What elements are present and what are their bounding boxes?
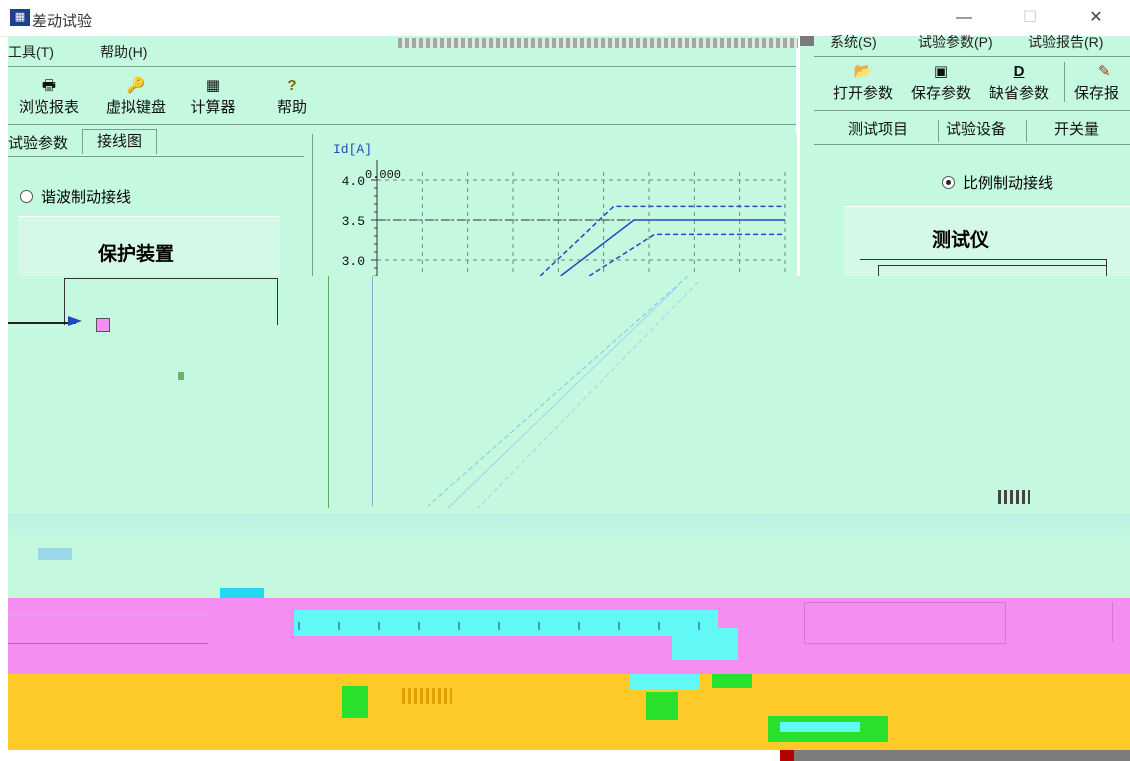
window-title: 差动试验 <box>32 13 93 30</box>
blur-band <box>8 514 1130 542</box>
artifact-frame <box>1112 602 1130 642</box>
toolbar-label: 帮助 <box>276 99 307 116</box>
toolbar-label: 虚拟键盘 <box>105 99 166 116</box>
save-disk-icon: ▣ <box>933 63 949 80</box>
toolbar-open-params[interactable]: 📂 打开参数 <box>828 62 898 103</box>
radio-label: 比例制动接线 <box>963 175 1054 192</box>
artifact-vline <box>372 276 373 506</box>
calculator-icon: ▦ <box>205 77 221 94</box>
chart-panel: Id[A] 0.000 4.0 3.5 3.0 <box>312 134 797 276</box>
tab-separator <box>938 120 939 142</box>
right-menubar: 系统(S) 试验参数(P) 试验报告(R) <box>830 32 1130 52</box>
tab-baseline <box>814 144 1130 145</box>
protection-device-box: 保护装置 <box>18 216 280 277</box>
menu-system[interactable]: 系统(S) <box>830 32 877 52</box>
menu-artifact <box>800 36 814 46</box>
radio-selected-icon <box>942 176 955 189</box>
tab-switch-io[interactable]: 开关量 <box>1054 118 1099 142</box>
artifact-frame <box>804 602 1006 644</box>
pixel-artifact <box>38 548 72 560</box>
wire-left <box>8 322 76 324</box>
series-line-3 <box>588 233 785 276</box>
green-artifact <box>342 686 368 718</box>
toolbar-label: 保存参数 <box>910 85 971 102</box>
pixel-artifact <box>998 490 1030 504</box>
tab-wiring-diagram[interactable]: 接线图 <box>82 129 158 154</box>
menu-divider <box>8 66 796 67</box>
menu-help[interactable]: 帮助(H) <box>100 42 147 62</box>
app-logo-icon: ▦ <box>10 9 30 26</box>
tab-test-items[interactable]: 测试项目 <box>848 118 908 142</box>
differential-chart: Id[A] 0.000 4.03.53.0 <box>333 142 786 276</box>
toolbar-separator <box>1064 62 1065 102</box>
chart-ghost-lines <box>427 276 699 509</box>
tab-test-params[interactable]: 试验参数 <box>8 132 68 156</box>
radio-circle-icon <box>20 190 33 203</box>
magenta-artifact-band <box>8 598 1130 674</box>
toolbar-save-report[interactable]: ✎ 保存报 <box>1074 62 1130 103</box>
pixel-artifact <box>402 688 452 704</box>
toolbar-label: 保存报 <box>1074 85 1120 102</box>
series-line-1 <box>560 219 785 276</box>
toolbar-label: 计算器 <box>190 99 236 116</box>
device-heading: 测试仪 <box>932 230 990 251</box>
toolbar-browse-report[interactable]: 🖶 浏览报表 <box>14 76 84 117</box>
menu-test-report[interactable]: 试验报告(R) <box>1028 32 1103 52</box>
pixel-artifact <box>220 588 264 598</box>
radio-label: 谐波制动接线 <box>41 189 132 206</box>
minimize-button[interactable]: — <box>942 6 986 30</box>
help-icon: ? <box>287 77 297 94</box>
series-line-2 <box>539 205 785 276</box>
close-button[interactable]: ✕ <box>1074 6 1118 30</box>
printer-icon: 🖶 <box>41 77 57 94</box>
status-bar <box>794 750 1130 761</box>
device-heading: 保护装置 <box>98 244 175 265</box>
toolbar-label: 浏览报表 <box>18 99 79 116</box>
green-artifact <box>712 674 752 688</box>
toolbar-divider <box>8 124 796 125</box>
corrupted-render-band <box>8 276 1130 598</box>
tick-artifact <box>298 622 708 630</box>
left-window: 工具(T) 帮助(H) 🖶 浏览报表 🔑 虚拟键盘 ▦ 计算器 ? 帮助 试验参… <box>8 36 798 277</box>
menu-test-params[interactable]: 试验参数(P) <box>918 32 993 52</box>
radio-ratio-wiring[interactable]: 比例制动接线 <box>942 172 1053 193</box>
tab-separator <box>1026 120 1027 142</box>
arrow-icon <box>68 316 82 326</box>
y-tick-label: 4.0 <box>342 174 365 189</box>
tab-test-equipment[interactable]: 试验设备 <box>946 118 1006 142</box>
toolbar-default-params[interactable]: D 缺省参数 <box>984 62 1054 103</box>
menu-artifact <box>398 38 798 48</box>
toolbar-calculator[interactable]: ▦ 计算器 <box>182 76 244 117</box>
cyan-artifact <box>630 674 700 690</box>
status-block <box>780 750 794 761</box>
toolbar-save-params[interactable]: ▣ 保存参数 <box>906 62 976 103</box>
cyan-artifact-block <box>672 628 738 660</box>
save-report-icon: ✎ <box>1098 63 1111 80</box>
pixel-artifact <box>178 372 184 380</box>
menu-divider <box>814 56 1130 57</box>
orange-artifact-band <box>8 674 1130 750</box>
artifact-vline <box>328 276 329 508</box>
toolbar-divider <box>814 110 1130 111</box>
toolbar-virtual-keyboard[interactable]: 🔑 虚拟键盘 <box>98 76 174 117</box>
maximize-button[interactable]: ☐ <box>1008 6 1052 30</box>
y-tick-label: 3.5 <box>342 214 365 229</box>
cyan-artifact <box>780 722 860 732</box>
y-axis-label: Id[A] <box>333 142 372 157</box>
green-artifact <box>646 692 678 720</box>
terminal-artifact <box>96 318 110 332</box>
default-d-icon: D <box>1013 63 1025 80</box>
artifact-wire <box>8 614 208 644</box>
toolbar-help[interactable]: ? 帮助 <box>270 76 314 117</box>
key-icon: 🔑 <box>126 77 146 94</box>
tab-baseline <box>8 156 304 157</box>
open-folder-icon: 📂 <box>853 63 873 80</box>
toolbar-label: 缺省参数 <box>988 85 1049 102</box>
radio-harmonic-wiring[interactable]: 谐波制动接线 <box>20 186 131 207</box>
y-tick-label: 3.0 <box>342 254 365 269</box>
menu-tools[interactable]: 工具(T) <box>8 42 54 62</box>
toolbar-label: 打开参数 <box>832 85 893 102</box>
